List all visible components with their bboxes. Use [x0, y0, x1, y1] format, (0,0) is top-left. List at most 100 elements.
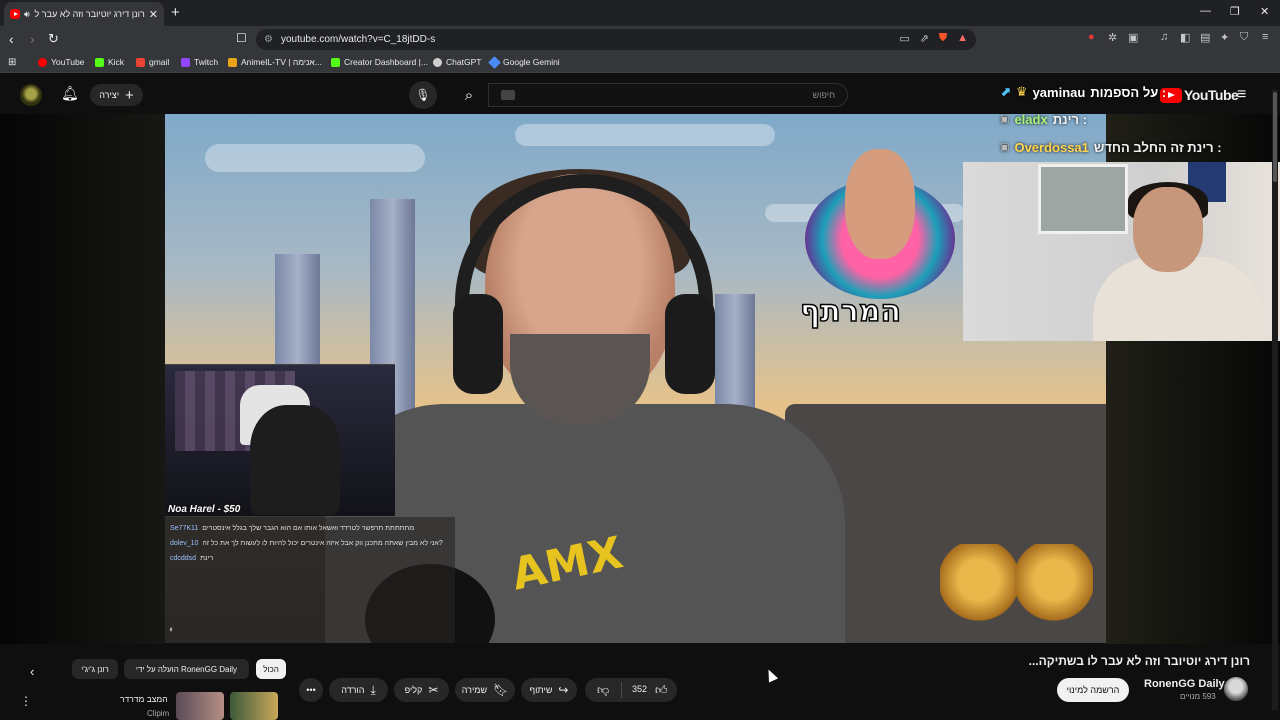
kick-icon [95, 57, 104, 67]
search-icon: ⌕ [464, 86, 474, 104]
reload-icon[interactable]: ↻ [48, 31, 59, 47]
share-button[interactable]: שיתוף ↪ [521, 678, 577, 702]
headphone-cup [453, 294, 503, 394]
audio-playing-icon[interactable]: 🔊︎ [24, 9, 30, 20]
forward-icon[interactable]: › [30, 31, 35, 47]
channel-avatar[interactable] [1224, 677, 1248, 701]
bookmark-youtube[interactable]: YouTube [38, 57, 84, 67]
save-label: שמירה [461, 685, 488, 695]
menu-icon[interactable]: ≡ [1262, 31, 1268, 43]
extension-box-icon[interactable]: ▣ [1128, 31, 1138, 44]
channel-name[interactable]: RonenGG Daily [1144, 678, 1225, 690]
bookmark-label: Twitch [194, 57, 219, 67]
window-close-icon[interactable]: ✕ [1260, 5, 1269, 18]
clip-button[interactable]: קליפ ✂ [394, 678, 449, 702]
youtube-logo[interactable]: YouTube [1160, 87, 1239, 103]
subscriber-count: 593 מנויים [1180, 692, 1216, 701]
maximize-icon[interactable]: ❐ [1230, 5, 1240, 18]
overlay-chat-icon: ◐ [169, 624, 175, 634]
facecam-overlay [165, 364, 395, 516]
overlay-chat-line: dolev_10 אני לא מבין שאתה מתכנן ווק אבל א… [170, 540, 443, 547]
more-icon: ••• [306, 685, 316, 695]
animeil-icon [228, 57, 237, 67]
chip-uploaded-by[interactable]: הועלה על ידי RonenGG Daily [124, 659, 249, 679]
notifications-bell-icon[interactable]: 🔔︎ [61, 85, 79, 102]
download-button[interactable]: הורדה ⤓ [329, 678, 388, 702]
bookmark-animeil[interactable]: AnimeIL-TV | אנימה... [228, 57, 322, 67]
keyboard-icon[interactable] [501, 90, 515, 100]
recommendation-thumbnail[interactable] [230, 692, 278, 720]
chat-username: yaminau [1032, 84, 1086, 100]
youtube-favicon-icon [10, 9, 20, 19]
search-input[interactable]: חיפוש [488, 83, 848, 107]
page-scrollbar[interactable] [1272, 90, 1278, 710]
browser-tab[interactable]: 🔊︎ רונן דירג יוטיובר וזה לא עבר לו ✕ [4, 2, 164, 26]
search-button[interactable]: ⌕ [450, 82, 488, 108]
back-icon[interactable]: ‹ [9, 31, 14, 47]
address-bar[interactable]: ⚙ youtube.com/watch?v=C_18jtDD-s ▭ ⇗ ⛊ ▲ [256, 29, 976, 50]
save-button[interactable]: שמירה 🔖︎ [455, 678, 515, 702]
stream-chat-line: ⬈ ♛ yaminau על הספמות : [1000, 84, 1166, 100]
download-icon: ⤓ [370, 682, 376, 697]
sidebar-icon[interactable]: ◧ [1180, 31, 1190, 44]
extension-record-icon[interactable]: ● [1088, 31, 1095, 43]
clip-label: קליפ [404, 685, 423, 695]
cast-icon[interactable]: ▭ [899, 32, 909, 45]
bookmark-chatgpt[interactable]: ChatGPT [433, 57, 481, 67]
bookmark-star-icon[interactable]: ☐ [236, 31, 247, 45]
bookmark-label: Kick [108, 57, 125, 67]
create-button[interactable]: יצירה + [90, 84, 143, 106]
dislike-icon[interactable]: 👎︎ [597, 683, 609, 698]
chat-badge-icon: ▣ [1000, 142, 1010, 153]
bookmark-twitch[interactable]: Twitch [181, 57, 218, 67]
ambient-left [0, 114, 165, 644]
bookmarks-bar: ⊞ YouTube Kick gmail Twitch AnimeIL-TV |… [0, 53, 1280, 73]
gemini-icon [488, 55, 501, 69]
extension-puzzle-icon[interactable]: ✲ [1108, 31, 1117, 44]
leo-ai-icon[interactable]: ✦ [1220, 31, 1229, 44]
donation-alert: Noa Harel - $50 [168, 504, 241, 515]
plus-icon: + [125, 86, 134, 104]
recommendation-thumbnail[interactable] [176, 692, 224, 720]
chat-badge-icon: ⬈ [1000, 84, 1011, 99]
brave-rewards-icon[interactable]: ▲ [957, 32, 968, 45]
more-actions-button[interactable]: ••• [299, 678, 323, 702]
tab-close-icon[interactable]: ✕ [149, 8, 158, 21]
trophy-decoration [1015, 544, 1093, 634]
more-vertical-icon[interactable]: ⋮ [20, 694, 32, 708]
guide-menu-icon[interactable]: ≡ [1237, 86, 1246, 104]
share-page-icon[interactable]: ⇗ [920, 32, 929, 45]
scissors-icon: ✂ [428, 683, 439, 697]
youtube-logo-text: YouTube [1184, 87, 1239, 103]
bookmark-gmail[interactable]: gmail [136, 57, 169, 67]
vpn-shield-icon[interactable]: ⛉ [1240, 31, 1248, 44]
recommendation-title[interactable]: המצב מדרדר [120, 694, 168, 704]
subscribe-button[interactable]: הרשמה למינוי [1057, 678, 1129, 702]
brave-shield-icon[interactable]: ⛊ [939, 32, 947, 45]
chip-ronen-gg[interactable]: רונן ג'יג'י [72, 659, 118, 679]
bookmark-creator-dashboard[interactable]: Creator Dashboard |... [331, 57, 428, 67]
site-info-icon[interactable]: ⚙ [264, 34, 273, 45]
video-meta: רונן דירג יוטיובר וזה לא עבר לו בשתיקה..… [0, 644, 1280, 720]
trophy-decoration [940, 544, 1018, 634]
minimize-icon[interactable]: — [1200, 5, 1211, 17]
bookmark-label: Google Gemini [503, 57, 560, 67]
account-avatar[interactable] [20, 84, 42, 106]
share-icon: ↪ [558, 683, 569, 697]
new-tab-button[interactable]: + [171, 4, 180, 21]
bookmark-icon: 🔖︎ [493, 683, 509, 697]
like-count[interactable]: 352 [632, 684, 647, 694]
chips-scroll-left-icon[interactable]: ‹ [30, 664, 34, 679]
bookmark-kick[interactable]: Kick [95, 57, 124, 67]
like-icon[interactable]: 👍︎ [655, 683, 668, 698]
wallet-icon[interactable]: ▤ [1200, 31, 1210, 44]
media-control-icon[interactable]: ♫ [1160, 31, 1168, 43]
bookmark-label: AnimeIL-TV | אנימה... [241, 57, 322, 67]
video-title: רונן דירג יוטיובר וזה לא עבר לו בשתיקה..… [1028, 654, 1250, 668]
apps-grid-icon[interactable]: ⊞ [8, 57, 16, 68]
bookmark-label: ChatGPT [446, 57, 482, 67]
chat-crown-icon: ♛ [1015, 84, 1028, 99]
bookmark-gemini[interactable]: Google Gemini [488, 55, 560, 69]
chip-all[interactable]: הכול [256, 659, 286, 679]
voice-search-button[interactable]: 🎙︎ [409, 81, 437, 109]
